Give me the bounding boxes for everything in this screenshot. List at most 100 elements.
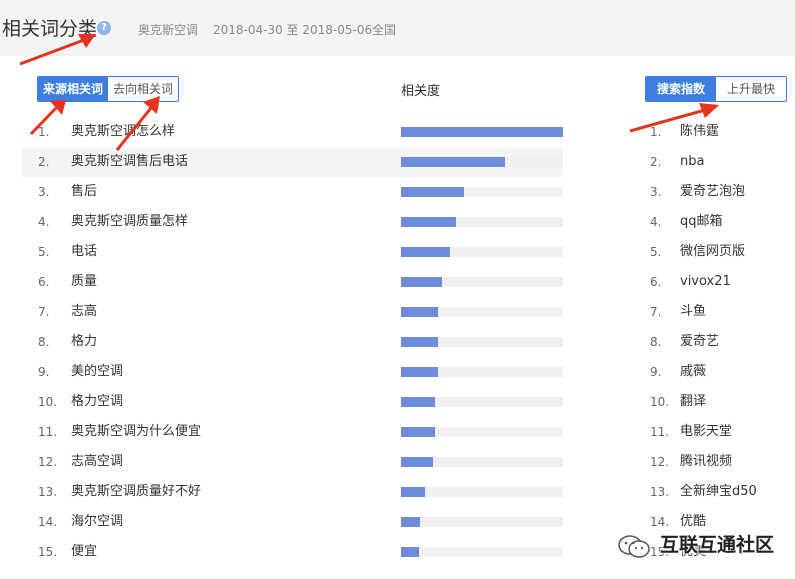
list-item[interactable]: 2. 奥克斯空调售后电话 (22, 147, 563, 177)
keyword-label[interactable]: 奥克斯空调为什么便宜 (71, 417, 201, 447)
relevance-track (401, 157, 563, 167)
relevance-track (401, 187, 563, 197)
keyword-label[interactable]: 微信网页版 (680, 237, 745, 267)
keyword-label[interactable]: 便宜 (71, 537, 97, 567)
relevance-bar (401, 457, 434, 467)
list-item[interactable]: 3. 售后 (22, 177, 563, 207)
keyword-label[interactable]: 奥克斯空调质量好不好 (71, 477, 201, 507)
ranking-type-toggle: 搜索指数 上升最快 (645, 76, 788, 102)
list-item[interactable]: 7. 斗鱼 (640, 297, 795, 327)
list-item[interactable]: 4. qq邮箱 (640, 207, 795, 237)
relevance-track (401, 307, 563, 317)
keyword-label[interactable]: nba (680, 147, 704, 177)
list-item[interactable]: 13. 奥克斯空调质量好不好 (22, 477, 563, 507)
list-item[interactable]: 6. 质量 (22, 267, 563, 297)
list-item[interactable]: 11. 电影天堂 (640, 417, 795, 447)
keyword-label[interactable]: 志高 (71, 297, 97, 327)
keyword-label[interactable]: 斗鱼 (680, 297, 706, 327)
relevance-track (401, 217, 563, 227)
list-item[interactable]: 12. 腾讯视频 (640, 447, 795, 477)
keyword-label[interactable]: 翻译 (680, 387, 706, 417)
watermark-text: 互联互通社区 (660, 534, 775, 556)
rank-number: 3. (650, 185, 662, 199)
relevance-track (401, 457, 563, 467)
date-range: 2018-04-30 至 2018-05-06 (213, 23, 373, 37)
keyword-label[interactable]: 爱奇艺泡泡 (680, 177, 745, 207)
relevance-bar (401, 307, 439, 317)
list-item[interactable]: 5. 微信网页版 (640, 237, 795, 267)
search-index-tab[interactable]: 搜索指数 (646, 77, 717, 101)
keyword-label[interactable]: 质量 (71, 267, 97, 297)
keyword-label[interactable]: 志高空调 (71, 447, 123, 477)
list-item[interactable]: 7. 志高 (22, 297, 563, 327)
relevance-track (401, 337, 563, 347)
rank-number: 4. (650, 215, 662, 229)
list-item[interactable]: 8. 爱奇艺 (640, 327, 795, 357)
rank-number: 15. (38, 545, 58, 559)
relevance-bar (401, 547, 419, 557)
relevance-column-header: 相关度 (401, 84, 441, 99)
list-item[interactable]: 2. nba (640, 147, 795, 177)
rank-number: 13. (38, 485, 58, 499)
rank-number: 13. (650, 485, 670, 499)
keyword-label[interactable]: 戚薇 (680, 357, 706, 387)
keyword-label[interactable]: vivox21 (680, 267, 731, 297)
relevance-bar (401, 397, 436, 407)
relevance-bar (401, 367, 439, 377)
relevance-bar (401, 427, 436, 437)
relevance-bar (401, 187, 465, 197)
keyword-label[interactable]: 爱奇艺 (680, 327, 719, 357)
relevance-list: 1. 奥克斯空调怎么样 2. 奥克斯空调售后电话 3. 售后 4. 奥克斯空调质量怎样 5. 电话… (22, 117, 563, 567)
list-item[interactable]: 10. 格力空调 (22, 387, 563, 417)
relevance-track (401, 247, 563, 257)
keyword-label[interactable]: 腾讯视频 (680, 447, 732, 477)
rank-number: 4. (38, 215, 50, 229)
list-item[interactable]: 10. 翻译 (640, 387, 795, 417)
list-item[interactable]: 9. 戚薇 (640, 357, 795, 387)
keyword-label[interactable]: 格力 (71, 327, 97, 357)
keyword-label[interactable]: 售后 (71, 177, 97, 207)
relevance-bar (401, 247, 450, 257)
relevance-bar (401, 277, 442, 287)
list-item[interactable]: 12. 志高空调 (22, 447, 563, 477)
relevance-track (401, 397, 563, 407)
keyword-label[interactable]: 美的空调 (71, 357, 123, 387)
rank-number: 2. (650, 155, 662, 169)
keyword-label[interactable]: qq邮箱 (680, 207, 723, 237)
list-item[interactable]: 1. 奥克斯空调怎么样 (22, 117, 563, 147)
relevance-track (401, 487, 563, 497)
list-item[interactable]: 14. 海尔空调 (22, 507, 563, 537)
annotation-arrow (19, 34, 96, 66)
fastest-rising-tab[interactable]: 上升最快 (716, 77, 787, 101)
annotation-arrow (29, 100, 66, 136)
list-item[interactable]: 3. 爱奇艺泡泡 (640, 177, 795, 207)
query-keyword: 奥克斯空调 (138, 23, 199, 37)
keyword-label[interactable]: 奥克斯空调质量怎样 (71, 207, 188, 237)
list-item[interactable]: 5. 电话 (22, 237, 563, 267)
list-item[interactable]: 11. 奥克斯空调为什么便宜 (22, 417, 563, 447)
rank-number: 5. (38, 245, 50, 259)
relevance-track (401, 367, 563, 377)
list-item[interactable]: 9. 美的空调 (22, 357, 563, 387)
keyword-label[interactable]: 格力空调 (71, 387, 123, 417)
list-item[interactable]: 8. 格力 (22, 327, 563, 357)
rank-number: 3. (38, 185, 50, 199)
search-index-list: 1. 陈伟霆 2. nba 3. 爱奇艺泡泡 4. qq邮箱 5. 微信网页版 6. vivox21 7… (640, 117, 795, 567)
rank-number: 5. (650, 245, 662, 259)
annotation-arrow (115, 96, 160, 151)
annotation-arrow (629, 103, 719, 133)
list-item[interactable]: 4. 奥克斯空调质量怎样 (22, 207, 563, 237)
rank-number: 11. (38, 425, 58, 439)
keyword-label[interactable]: 电影天堂 (680, 417, 732, 447)
list-item[interactable]: 13. 全新绅宝d50 (640, 477, 795, 507)
rank-number: 14. (38, 515, 58, 529)
keyword-label[interactable]: 海尔空调 (71, 507, 123, 537)
keyword-label[interactable]: 电话 (71, 237, 97, 267)
keyword-label[interactable]: 全新绅宝d50 (680, 477, 757, 507)
question-icon[interactable]: ? (97, 21, 111, 35)
rank-number: 6. (38, 275, 50, 289)
rank-number: 9. (650, 365, 662, 379)
list-item[interactable]: 6. vivox21 (640, 267, 795, 297)
relevance-track (401, 547, 563, 557)
list-item[interactable]: 15. 便宜 (22, 537, 563, 567)
